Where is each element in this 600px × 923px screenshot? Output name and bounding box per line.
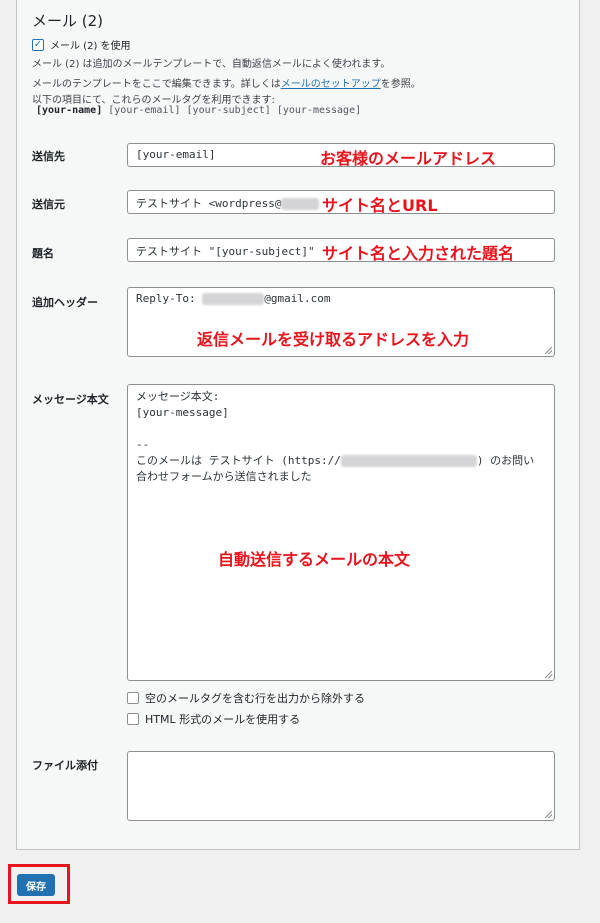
from-annotation: サイト名とURL	[322, 196, 438, 215]
redacted-domain	[281, 198, 320, 210]
body-line-4-prefix: このメールは テストサイト (https://	[136, 454, 341, 467]
attachments-textarea[interactable]	[127, 751, 555, 821]
from-value: テストサイト <wordpress@	[136, 197, 282, 210]
exclude-blank-row[interactable]: 空のメールタグを含む行を出力から除外する	[127, 690, 365, 706]
headers-value-prefix: Reply-To:	[136, 292, 203, 305]
exclude-blank-label: 空のメールタグを含む行を出力から除外する	[145, 692, 365, 705]
body-line-1: メッセージ本文:	[136, 390, 220, 403]
body-line-5: 合わせフォームから送信されました	[136, 470, 312, 483]
body-line-2: [your-message]	[136, 406, 229, 419]
edit-help-before: メールのテンプレートをここで編集できます。詳しくは	[32, 79, 281, 90]
resize-handle[interactable]	[545, 671, 552, 678]
subject-value: テストサイト "[your-subject]"	[136, 245, 315, 258]
headers-annotation: 返信メールを受け取るアドレスを入力	[197, 330, 470, 349]
use-mail-2-label: メール (2) を使用	[50, 41, 131, 52]
checkmark-icon: ✓	[33, 38, 43, 50]
redacted-email	[202, 293, 265, 305]
headers-value-suffix: @gmail.com	[264, 292, 331, 305]
body-annotation: 自動送信するメールの本文	[218, 550, 411, 569]
body-blank-line	[136, 421, 546, 437]
subject-label: 題名	[32, 247, 54, 260]
edit-help-text: メールのテンプレートをここで編集できます。詳しくはメールのセットアップを参照。	[32, 75, 421, 90]
redacted-url	[340, 455, 477, 467]
edit-help-after: を参照。	[380, 79, 421, 90]
use-html-row[interactable]: HTML 形式のメールを使用する	[127, 711, 300, 727]
body-label: メッセージ本文	[32, 393, 109, 406]
body-line-3: --	[136, 438, 150, 451]
to-value: [your-email]	[136, 148, 216, 161]
attachments-label: ファイル添付	[32, 759, 98, 772]
to-annotation: お客様のメールアドレス	[320, 149, 497, 168]
subject-annotation: サイト名と入力された題名	[322, 244, 515, 263]
use-html-label: HTML 形式のメールを使用する	[145, 713, 301, 726]
section-title: メール (2)	[32, 12, 104, 30]
body-line-4-suffix: ) のお問い	[476, 454, 535, 467]
use-mail-2-checkbox[interactable]: ✓	[32, 38, 44, 51]
from-label: 送信元	[32, 198, 65, 211]
tags-intro: 以下の項目にて、これらのメールタグを利用できます:	[32, 95, 275, 106]
save-button[interactable]: 保存	[17, 874, 55, 896]
tag-your-name[interactable]: [your-name]	[36, 105, 102, 116]
to-label: 送信先	[32, 150, 65, 163]
mail-setup-link[interactable]: メールのセットアップ	[281, 79, 381, 90]
exclude-blank-checkbox[interactable]	[127, 692, 139, 704]
tag-others[interactable]: [your-email] [your-subject] [your-messag…	[102, 105, 361, 116]
mail-tags: [your-name] [your-email] [your-subject] …	[36, 105, 361, 116]
use-html-checkbox[interactable]	[127, 713, 139, 725]
body-textarea[interactable]: メッセージ本文: [your-message] -- このメールは テストサイト…	[127, 384, 555, 681]
resize-handle[interactable]	[545, 811, 552, 818]
resize-handle[interactable]	[545, 347, 552, 354]
use-mail-2-row[interactable]: ✓ メール (2) を使用	[32, 37, 131, 52]
body-line-4: このメールは テストサイト (https:// ) のお問い	[136, 453, 546, 469]
headers-label: 追加ヘッダー	[32, 296, 98, 309]
section-description: メール (2) は追加のメールテンプレートで、自動返信メールによく使われます。	[32, 59, 391, 70]
